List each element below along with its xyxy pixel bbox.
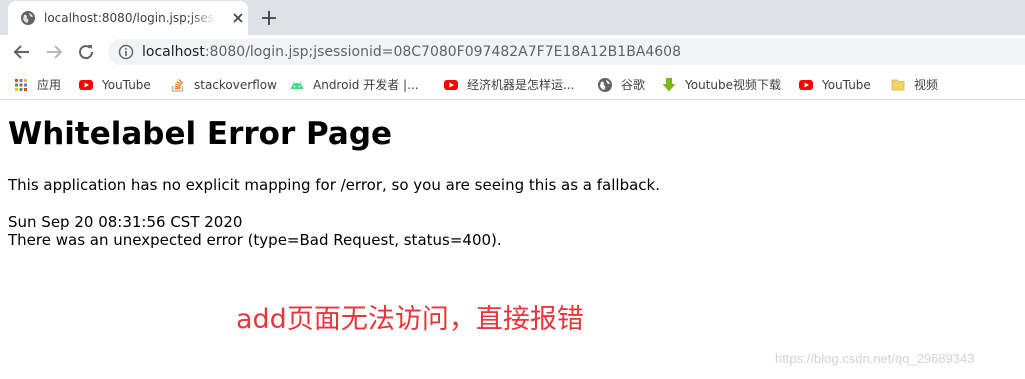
- annotation-note: add页面无法访问，直接报错: [236, 304, 584, 335]
- download-arrow-icon: [661, 77, 677, 93]
- url-text[interactable]: localhost:8080/login.jsp;jsessionid=08C7…: [142, 43, 681, 61]
- info-icon[interactable]: [118, 44, 134, 60]
- active-tab[interactable]: localhost:8080/login.jsp;jsessionid=08C7…: [8, 1, 248, 35]
- youtube-icon: [443, 77, 459, 93]
- stackoverflow-icon: [170, 77, 186, 93]
- bookmark-label: YouTube: [102, 77, 151, 92]
- page-content: Whitelabel Error Page This application h…: [0, 101, 1025, 379]
- error-details: There was an unexpected error (type=Bad …: [8, 231, 502, 249]
- bookmark-label: 应用: [37, 77, 62, 92]
- bookmark-label: 视频: [914, 77, 939, 92]
- new-tab-button[interactable]: [259, 8, 279, 28]
- android-icon: [289, 77, 305, 93]
- watermark: https://blog.csdn.net/qq_29689343: [775, 351, 975, 366]
- youtube-icon: [78, 77, 94, 93]
- bookmark-label: stackoverflow: [194, 77, 277, 92]
- bookmark-folder-video[interactable]: 视频: [890, 76, 938, 93]
- bookmark-google[interactable]: 谷歌: [597, 76, 645, 93]
- bookmark-youtube-download[interactable]: Youtube视频下载: [661, 76, 781, 93]
- apps-grid-icon: [13, 77, 29, 93]
- close-icon[interactable]: [230, 10, 246, 26]
- bookmark-youtube-2[interactable]: YouTube: [798, 76, 871, 93]
- bookmark-economic-machine[interactable]: 经济机器是怎样运...: [443, 76, 574, 93]
- youtube-icon: [798, 77, 814, 93]
- back-button[interactable]: [11, 41, 33, 63]
- bookmark-youtube[interactable]: YouTube: [78, 76, 151, 93]
- url-host: localhost: [142, 44, 205, 60]
- bookmarks-bar: 应用 YouTube stackoverflow Android 开发者 |..…: [0, 69, 1025, 100]
- error-timestamp: Sun Sep 20 08:31:56 CST 2020: [8, 213, 243, 231]
- bookmark-android[interactable]: Android 开发者 |...: [289, 76, 419, 93]
- bookmark-stackoverflow[interactable]: stackoverflow: [170, 76, 277, 93]
- arrow-left-icon: [13, 45, 29, 59]
- address-bar[interactable]: localhost:8080/login.jsp;jsessionid=08C7…: [108, 39, 1025, 65]
- forward-button[interactable]: [43, 41, 65, 63]
- bookmark-label: YouTube: [822, 77, 871, 92]
- arrow-right-icon: [47, 45, 63, 59]
- globe-icon: [20, 10, 36, 26]
- reload-button[interactable]: [75, 41, 97, 63]
- folder-icon: [890, 77, 906, 93]
- tab-strip: localhost:8080/login.jsp;jsessionid=08C7…: [0, 0, 1025, 35]
- bookmark-label: Android 开发者 |...: [313, 77, 419, 92]
- page-title: Whitelabel Error Page: [8, 116, 393, 152]
- url-path: :8080/login.jsp;jsessionid=08C7080F09748…: [204, 44, 682, 60]
- bookmark-apps[interactable]: 应用: [13, 76, 61, 93]
- bookmark-label: 经济机器是怎样运...: [467, 77, 575, 92]
- globe-icon: [597, 77, 613, 93]
- bookmark-label: Youtube视频下载: [685, 77, 781, 92]
- bookmark-label: 谷歌: [621, 77, 646, 92]
- tab-title: localhost:8080/login.jsp;jsessionid=08C7…: [44, 11, 216, 25]
- error-message: This application has no explicit mapping…: [8, 176, 660, 194]
- reload-icon: [79, 45, 94, 60]
